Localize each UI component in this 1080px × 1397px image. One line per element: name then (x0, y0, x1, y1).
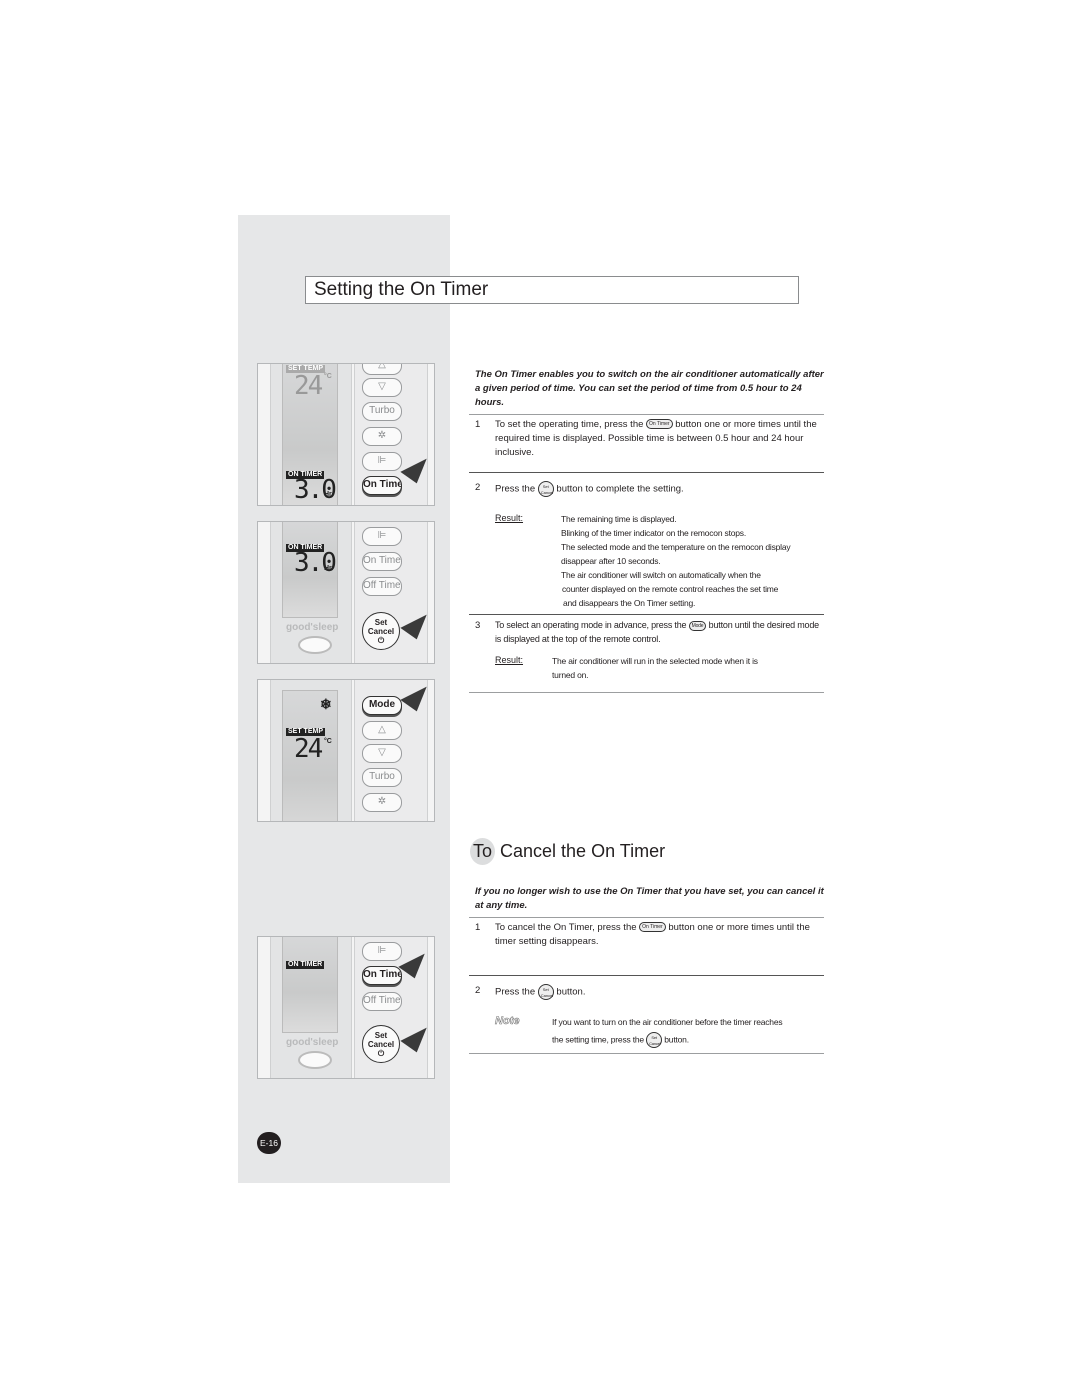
divider (469, 692, 824, 693)
cancel-label: Cancel (367, 1040, 395, 1049)
result-line: counter displayed on the remote control … (562, 584, 779, 594)
fan-button: ✲ (362, 793, 402, 812)
result-line: The air conditioner will switch on autom… (561, 570, 761, 580)
on-timer-button: On Timer (362, 552, 402, 571)
result-label: Result: (495, 513, 524, 523)
remote-oval-button (298, 636, 332, 654)
set-label: Set (374, 618, 388, 627)
remote-display (282, 937, 338, 1033)
step-text: button. (556, 986, 586, 998)
step-number: 3 (475, 620, 481, 631)
divider (469, 1053, 824, 1054)
step-2-text: Press the Set Cancel button to complete … (495, 481, 825, 497)
unit-celsius: °C (324, 738, 332, 745)
temp-readout: 24 (294, 371, 323, 401)
step-number: 2 (475, 482, 481, 493)
step-3-text: To select an operating mode in advance, … (495, 618, 825, 646)
title-bubble: To (470, 838, 496, 865)
illustration-set-cancel: ON TIMER 3.0 Hr. good'sleep ⊫ On Timer O… (257, 521, 435, 664)
on-timer-button-icon: On Timer (646, 419, 673, 430)
step-text: To set the operating time, press the (495, 419, 644, 430)
turbo-button: Turbo (362, 768, 402, 787)
on-timer-button-icon: On Timer (639, 922, 666, 933)
result-line: and disappears the On Timer setting. (563, 598, 696, 608)
set-cancel-button-icon: Set Cancel (646, 1032, 663, 1048)
brand-logo: good'sleep (286, 1037, 339, 1048)
on-timer-button: On Timer (362, 476, 402, 495)
title-text: Cancel the On Timer (495, 841, 666, 861)
intro-text: The On Timer enables you to switch on th… (475, 369, 824, 408)
time-readout: 3.0 (294, 475, 337, 505)
note-text: the setting time, press the (552, 1034, 644, 1045)
on-timer-label: ON TIMER (286, 961, 325, 969)
divider (469, 472, 824, 473)
unit-hour: Hr. (324, 491, 334, 498)
page-title: Setting the On Timer (305, 276, 799, 304)
swing-button: ⊫ (362, 452, 402, 471)
remote-oval-button (298, 1051, 332, 1069)
set-label: Set (374, 1031, 388, 1040)
result-line: The selected mode and the temperature on… (561, 542, 791, 552)
step-text: Press the (495, 483, 536, 495)
set-cancel-button-icon: Set Cancel (537, 984, 554, 1000)
set-cancel-button: Set Cancel ⏻ (362, 612, 400, 650)
power-icon: ⏻ (377, 1049, 385, 1058)
set-cancel-button: Set Cancel ⏻ (362, 1025, 400, 1063)
time-readout: 3.0 (294, 548, 337, 578)
step-number: 2 (475, 985, 481, 996)
step-text: Press the (495, 986, 536, 998)
mode-button-icon: Mode (688, 620, 707, 631)
brand-logo: good'sleep (286, 622, 339, 633)
step-number: 1 (475, 419, 481, 430)
divider (469, 917, 824, 918)
intro-text: If you no longer wish to use the On Time… (475, 886, 824, 911)
temp-down-button: ▽ (362, 744, 402, 763)
temp-down-button: ▽ (362, 378, 402, 397)
step-text: button to complete the setting. (556, 483, 684, 495)
cancel-label: Cancel (367, 627, 395, 636)
note-label: Note (495, 1015, 520, 1028)
note-line: the setting time, press the Set Cancel b… (552, 1032, 689, 1048)
result-line: turned on. (552, 670, 589, 680)
cancel-step-2-text: Press the Set Cancel button. (495, 984, 825, 1000)
step-text: To select an operating mode in advance, … (495, 620, 687, 630)
unit-celsius: °C (324, 373, 332, 380)
off-timer-button: Off Timer (362, 992, 402, 1011)
section-title: To Cancel the On Timer (470, 838, 665, 865)
cancel-step-1-text: To cancel the On Timer, press the On Tim… (495, 921, 825, 949)
turbo-button: Turbo (362, 402, 402, 421)
illustration-mode: ❄ SET TEMP 24 °C Mode △ ▽ Turbo ✲ (257, 679, 435, 822)
result-line: Blinking of the timer indicator on the r… (561, 528, 746, 538)
step-text: To cancel the On Timer, press the (495, 922, 637, 933)
step-1-text: To set the operating time, press the On … (495, 418, 825, 460)
set-cancel-button-icon: Set Cancel (537, 481, 554, 497)
unit-hour: Hr. (324, 565, 334, 572)
temp-up-button: △ (362, 364, 402, 375)
result-line: disappear after 10 seconds. (561, 556, 661, 566)
result-line: The air conditioner will run in the sele… (552, 656, 758, 666)
note-line: If you want to turn on the air condition… (552, 1017, 783, 1027)
swing-button: ⊫ (362, 527, 402, 546)
swing-button: ⊫ (362, 942, 402, 961)
result-label: Result: (495, 655, 524, 665)
page-number: E-16 (257, 1132, 281, 1154)
illustration-cancel-timer: ON TIMER good'sleep ⊫ On Timer Off Timer… (257, 936, 435, 1079)
fan-button: ✲ (362, 427, 402, 446)
power-icon: ⏻ (377, 636, 385, 645)
temp-readout: 24 (294, 734, 323, 764)
mode-button: Mode (362, 696, 402, 715)
on-timer-button: On Timer (362, 966, 402, 985)
temp-up-button: △ (362, 721, 402, 740)
divider (469, 414, 824, 415)
cool-mode-icon: ❄ (320, 696, 332, 712)
divider (469, 975, 824, 976)
divider (469, 614, 824, 615)
step-number: 1 (475, 922, 481, 933)
note-text: button. (664, 1034, 689, 1045)
off-timer-button: Off Timer (362, 577, 402, 596)
result-line: The remaining time is displayed. (561, 514, 677, 524)
illustration-set-on-timer: SET TEMP 24 °C ON TIMER 3.0 Hr. △ ▽ Turb… (257, 363, 435, 506)
